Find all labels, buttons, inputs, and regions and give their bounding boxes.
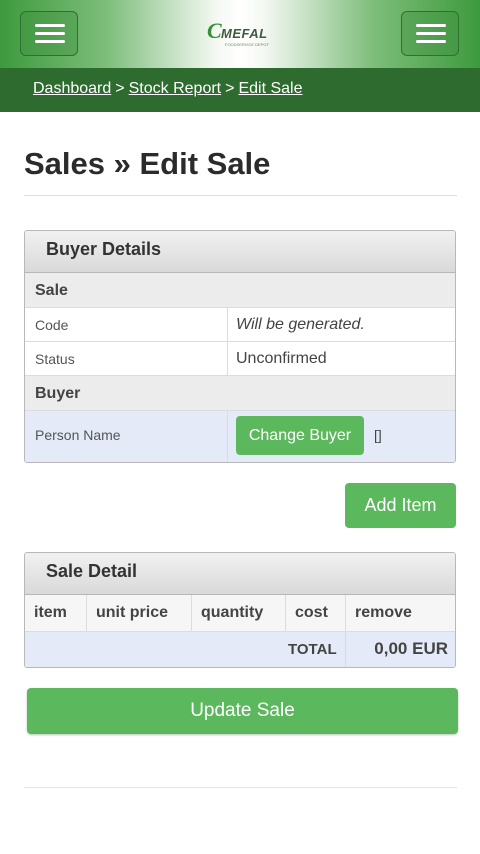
menu-toggle-right-button[interactable]: [401, 11, 459, 56]
logo-name: MEFAL: [221, 26, 268, 41]
logo-tagline: FOODSERVICE DEPOT: [225, 42, 269, 47]
sale-detail-heading: Sale Detail: [25, 553, 455, 595]
breadcrumb-dashboard-link[interactable]: Dashboard: [33, 80, 111, 97]
buyer-details-heading: Buyer Details: [25, 231, 455, 273]
add-item-button[interactable]: Add Item: [345, 483, 456, 528]
sale-detail-panel: Sale Detail item unit price quantity cos…: [24, 552, 456, 668]
page-title: Sales » Edit Sale: [24, 146, 271, 181]
column-header-cost: cost: [285, 595, 345, 632]
person-name-row: Person Name Change Buyer []: [25, 411, 455, 462]
total-row: TOTAL 0,00 EUR: [25, 632, 455, 667]
top-navbar: C MEFAL FOODSERVICE DEPOT: [0, 0, 480, 68]
code-value: Will be generated.: [227, 308, 455, 341]
sale-detail-table-header: item unit price quantity cost remove: [25, 595, 455, 632]
breadcrumb-bar: Dashboard > Stock Report > Edit Sale: [0, 68, 480, 112]
status-value: Unconfirmed: [227, 342, 455, 375]
breadcrumb-stock-report-link[interactable]: Stock Report: [129, 80, 221, 97]
person-name-label: Person Name: [35, 427, 121, 443]
hamburger-menu-icon: [35, 24, 65, 44]
column-header-remove: remove: [345, 595, 455, 632]
brand-logo[interactable]: C MEFAL FOODSERVICE DEPOT: [207, 18, 275, 48]
person-name-cell: Change Buyer []: [227, 411, 455, 462]
column-header-item: item: [34, 604, 67, 621]
code-row: Code Will be generated.: [25, 308, 455, 342]
column-header-unit-price: unit price: [86, 595, 191, 632]
breadcrumb-edit-sale-link[interactable]: Edit Sale: [238, 80, 302, 97]
footer-divider: [24, 787, 457, 788]
status-row: Status Unconfirmed: [25, 342, 455, 376]
menu-toggle-left-button[interactable]: [20, 11, 78, 56]
person-name-value: []: [374, 427, 382, 443]
code-label: Code: [35, 317, 69, 333]
change-buyer-button[interactable]: Change Buyer: [236, 416, 364, 455]
breadcrumb-separator: >: [115, 80, 125, 97]
buyer-section-header: Buyer: [25, 376, 455, 411]
total-value: 0,00 EUR: [345, 632, 455, 667]
status-label: Status: [35, 351, 75, 367]
logo-mark: C: [207, 18, 222, 43]
column-header-quantity: quantity: [191, 595, 285, 632]
title-divider: [24, 195, 457, 196]
update-sale-button[interactable]: Update Sale: [27, 688, 458, 734]
breadcrumb-separator: >: [225, 80, 235, 97]
breadcrumb: Dashboard > Stock Report > Edit Sale: [33, 80, 303, 98]
total-label: TOTAL: [288, 641, 337, 658]
hamburger-menu-icon: [416, 24, 446, 44]
buyer-details-panel: Buyer Details Sale Code Will be generate…: [24, 230, 456, 463]
sale-section-header: Sale: [25, 273, 455, 308]
